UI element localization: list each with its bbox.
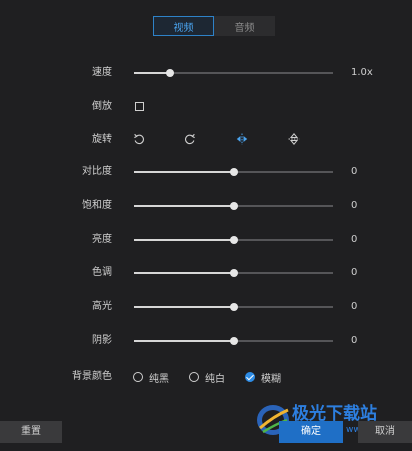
tab-bar: 视频 音频: [153, 16, 275, 36]
slider-thumb[interactable]: [229, 236, 238, 244]
highlight-row: 高光 0: [0, 297, 412, 317]
highlight-slider[interactable]: [134, 303, 333, 311]
saturation-value: 0: [351, 200, 358, 211]
background-option-white[interactable]: 纯白: [189, 370, 225, 385]
saturation-row: 饱和度 0: [0, 196, 412, 216]
highlight-label: 高光: [92, 301, 112, 312]
brightness-row: 亮度 0: [0, 230, 412, 250]
rotate-label: 旋转: [92, 134, 112, 145]
ok-button[interactable]: 确定: [279, 421, 343, 443]
slider-fill: [134, 239, 234, 241]
radio-label: 模糊: [261, 373, 281, 385]
speed-value: 1.0x: [351, 67, 373, 78]
background-color-label: 背景颜色: [72, 371, 112, 382]
slider-thumb[interactable]: [229, 303, 238, 311]
contrast-label: 对比度: [82, 166, 112, 177]
slider-fill: [134, 205, 234, 207]
reverse-checkbox[interactable]: [135, 102, 144, 111]
speed-row: 速度 1.0x: [0, 63, 412, 83]
slider-fill: [134, 272, 234, 274]
slider-fill: [134, 306, 234, 308]
reverse-label: 倒放: [92, 101, 112, 112]
brightness-label: 亮度: [92, 234, 112, 245]
flip-horizontal-icon[interactable]: [235, 132, 249, 146]
slider-fill: [134, 72, 170, 74]
tab-audio[interactable]: 音频: [214, 16, 275, 36]
slider-fill: [134, 340, 234, 342]
slider-thumb[interactable]: [229, 202, 238, 210]
rotate-row: 旋转: [0, 130, 412, 150]
rotate-left-icon[interactable]: [132, 132, 146, 146]
rotate-right-icon[interactable]: [183, 132, 197, 146]
saturation-label: 饱和度: [82, 200, 112, 211]
highlight-value: 0: [351, 301, 358, 312]
cancel-button[interactable]: 取消: [358, 421, 412, 443]
background-option-blur[interactable]: 模糊: [245, 370, 281, 385]
shadow-label: 阴影: [92, 335, 112, 346]
radio-checked-icon[interactable]: [245, 372, 255, 382]
contrast-slider[interactable]: [134, 168, 333, 176]
radio-label: 纯黑: [149, 373, 169, 385]
contrast-value: 0: [351, 166, 358, 177]
shadow-row: 阴影 0: [0, 331, 412, 351]
reverse-row: 倒放: [0, 97, 412, 117]
slider-thumb[interactable]: [229, 168, 238, 176]
slider-thumb[interactable]: [229, 337, 238, 345]
hue-row: 色调 0: [0, 263, 412, 283]
brightness-value: 0: [351, 234, 358, 245]
contrast-row: 对比度 0: [0, 162, 412, 182]
hue-label: 色调: [92, 267, 112, 278]
slider-thumb[interactable]: [165, 69, 174, 77]
radio-circle-icon[interactable]: [133, 372, 143, 382]
brightness-slider[interactable]: [134, 236, 333, 244]
shadow-slider[interactable]: [134, 337, 333, 345]
slider-thumb[interactable]: [229, 269, 238, 277]
saturation-slider[interactable]: [134, 202, 333, 210]
background-option-black[interactable]: 纯黑: [133, 370, 169, 385]
background-color-row: 背景颜色 纯黑 纯白 模糊: [0, 367, 412, 387]
hue-slider[interactable]: [134, 269, 333, 277]
shadow-value: 0: [351, 335, 358, 346]
radio-label: 纯白: [205, 373, 225, 385]
tab-video[interactable]: 视频: [153, 16, 214, 36]
background-color-options: 纯黑 纯白 模糊: [133, 367, 301, 387]
slider-fill: [134, 171, 234, 173]
radio-circle-icon[interactable]: [189, 372, 199, 382]
speed-label: 速度: [92, 67, 112, 78]
speed-slider[interactable]: [134, 69, 333, 77]
flip-vertical-icon[interactable]: [287, 132, 301, 146]
reset-button[interactable]: 重置: [0, 421, 62, 443]
hue-value: 0: [351, 267, 358, 278]
